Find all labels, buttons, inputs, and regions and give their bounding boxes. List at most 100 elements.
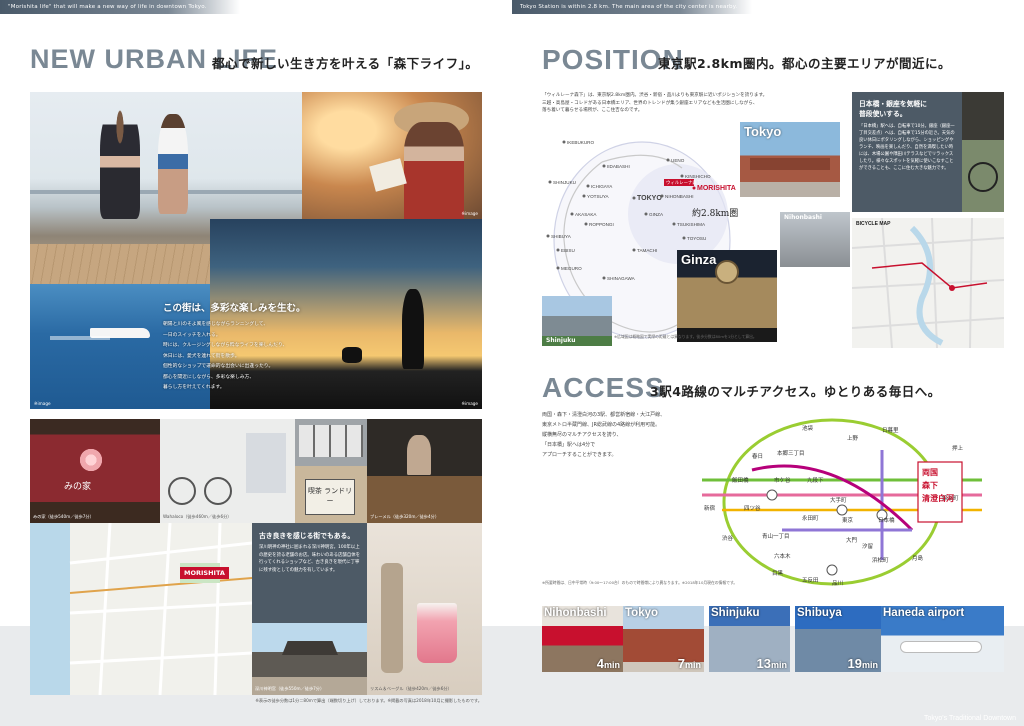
tile-time-value: 7 bbox=[677, 656, 685, 671]
tag-shinjuku: Shinjuku bbox=[546, 337, 576, 344]
image-credit: ※image bbox=[34, 401, 51, 406]
route-station-label: 日本橋 bbox=[878, 516, 895, 524]
station-dot bbox=[632, 196, 636, 200]
route-station-label: 飯田橋 bbox=[732, 476, 749, 484]
station-dot bbox=[602, 164, 606, 168]
route-station-label: 品川 bbox=[832, 580, 843, 587]
route-station-label: 池袋 bbox=[802, 424, 814, 432]
route-station-label: 大門 bbox=[846, 536, 858, 544]
image-credit: ※image bbox=[461, 401, 478, 406]
shop-caption-2: Wahaloco（徒歩460m／徒歩6分） bbox=[163, 514, 232, 519]
ginza-photo: Ginza bbox=[677, 250, 777, 342]
left-page: "Morishita life" that will make a new wa… bbox=[0, 0, 512, 726]
station-label: NIHONBASHI bbox=[665, 194, 694, 199]
station-label: AKASAKA bbox=[575, 212, 597, 217]
noren-text: みの家 bbox=[64, 482, 92, 492]
route-note: ※所要時間は、日中平常時（9:00～17:00台）のもので時間帯により異なります… bbox=[542, 580, 738, 585]
station-ryogoku: 両国 bbox=[922, 468, 938, 477]
old-town-title: 古き良きを感じる街でもある。 bbox=[259, 532, 355, 540]
tile-haneda: Haneda airport bbox=[881, 606, 1004, 672]
station-dot bbox=[556, 248, 560, 252]
tile-time: 19min bbox=[848, 656, 878, 671]
position-body-line: 落ち着いて暮らせる場所が、ここ住吉なのです。 bbox=[542, 108, 643, 113]
nihonbashi-body: 「日本橋」駅へは、自転車で10分。銀座（銀座一丁目交差点）へは、自転車で15分の… bbox=[859, 124, 955, 171]
shop-caption-1: みの家（徒歩540m／徒歩7分） bbox=[33, 514, 94, 519]
position-body: 「ウィルレーナ森下」は、東京駅2.8km圏内。渋谷・新宿・品川よりも東京駅に近い… bbox=[542, 92, 842, 115]
laundry-photo: 喫茶 ランドリー bbox=[295, 419, 367, 523]
station-label: TOYOSU bbox=[687, 236, 706, 241]
station-dot bbox=[546, 234, 550, 238]
drink-caption: リスム＆ベーグル（徒歩420m／徒歩6分） bbox=[370, 686, 452, 691]
route-station-label: 目黒 bbox=[772, 570, 784, 577]
reading-photo: ※image bbox=[302, 92, 482, 219]
hero-copy-line: 時には、クルージングしながら粋なライフを楽しんだり、 bbox=[163, 343, 288, 348]
route-station-label: 新宿 bbox=[704, 504, 716, 512]
hero-copy-line: 暮らし方を叶えてくれます。 bbox=[163, 385, 225, 390]
hero-copy-line: 休日には、愛犬を連れて街を散歩。 bbox=[163, 353, 240, 359]
tile-time-unit: min bbox=[861, 660, 878, 670]
station-dot bbox=[672, 222, 676, 226]
hero-copy-line: 朝陽と川のそよ風を感じながらランニングして、 bbox=[163, 322, 269, 327]
station-dot bbox=[632, 248, 636, 252]
station-label: GINZA bbox=[649, 212, 664, 217]
local-map: MORISHITA bbox=[30, 523, 252, 695]
nihonbashi-title-1: 日本橋・銀座を気軽に bbox=[859, 100, 927, 108]
tile-name: Shibuya bbox=[797, 607, 842, 619]
tile-name: Tokyo bbox=[625, 607, 659, 619]
shinjuku-photo: Shinjuku bbox=[542, 296, 612, 346]
route-station-label: 浜松町 bbox=[872, 556, 889, 564]
station-label: ROPPONGI bbox=[589, 222, 614, 227]
tag-nihonbashi: Nihonbashi bbox=[784, 214, 822, 221]
station-label: SHINAGAWA bbox=[607, 276, 636, 281]
station-label: ICHIGAYA bbox=[591, 184, 613, 189]
station-label: KINSHICHO bbox=[685, 174, 711, 179]
station-morishita: 森下 bbox=[922, 481, 938, 490]
station-dot bbox=[692, 186, 696, 190]
tile-time-unit: min bbox=[603, 660, 620, 670]
tile-tokyo: Tokyo 7min bbox=[623, 606, 704, 672]
route-station-label: 九段下 bbox=[807, 476, 824, 484]
bicycle-map-title: BICYCLE MAP bbox=[856, 221, 891, 227]
station-label: MEGURO bbox=[561, 266, 582, 271]
route-map-svg: 池袋上野 日暮里春日 本郷三丁目飯田橋 市ケ谷 九段下新宿 四ツ谷永田町 東京 大手町日本橋渋… bbox=[702, 418, 982, 587]
station-label: YOTSUYA bbox=[587, 194, 610, 199]
station-dot bbox=[548, 180, 552, 184]
route-station-label: 日暮里 bbox=[882, 426, 899, 434]
tile-time-value: 19 bbox=[847, 656, 862, 671]
station-dot bbox=[666, 158, 670, 162]
tile-time-unit: min bbox=[770, 660, 787, 670]
tag-ginza: Ginza bbox=[681, 252, 717, 267]
tile-time: 13min bbox=[757, 656, 787, 671]
bike-shop-photo: Wahaloco（徒歩460m／徒歩6分） bbox=[160, 419, 295, 523]
shrine-photo: 深川神明宮（徒歩550m／徒歩7分） bbox=[252, 623, 367, 695]
station-kiyosumi: 清澄白河 bbox=[922, 494, 954, 503]
tag-tokyo: Tokyo bbox=[744, 124, 782, 139]
tile-name: Nihonbashi bbox=[544, 607, 607, 619]
cafe-sign: 喫茶 ランドリー bbox=[305, 479, 355, 515]
station-label: IKEBUKURO bbox=[567, 140, 594, 145]
station-label: TOKYO bbox=[637, 195, 662, 202]
station-dot bbox=[582, 194, 586, 198]
right-page: Tokyo Station is within 2.8 km. The main… bbox=[512, 0, 1024, 726]
map-pin-label: ウィルレーナ森下 bbox=[666, 179, 702, 186]
top-strip: "Morishita life" that will make a new wa… bbox=[0, 0, 240, 14]
station-dot bbox=[584, 222, 588, 226]
hero-copy-line: 一日のスイッチを入れる。 bbox=[163, 332, 221, 338]
old-town-body: 深川明神の神社に囲まれる深川神明宮。100年以上の歴史を誇る老舗のお店。味わいの… bbox=[259, 545, 360, 573]
drink-photo: リスム＆ベーグル（徒歩420m／徒歩6分） bbox=[367, 523, 482, 695]
station-label: IIDABASHI bbox=[607, 164, 630, 169]
tile-time-unit: min bbox=[684, 660, 701, 670]
route-station-label: 五反田 bbox=[802, 576, 819, 584]
station-label: EBISU bbox=[561, 248, 575, 253]
radius-label: 約2.8km圏 bbox=[692, 207, 738, 219]
route-station-label: 押上 bbox=[952, 444, 964, 452]
station-label: TAMACHI bbox=[637, 248, 657, 253]
tile-time-value: 4 bbox=[596, 656, 604, 671]
nihonbashi-title-2: 普段使いする。 bbox=[859, 110, 907, 118]
tile-name: Haneda airport bbox=[883, 607, 965, 619]
nihonbashi-photo: Nihonbashi bbox=[780, 212, 850, 267]
tile-shibuya: Shibuya 19min bbox=[795, 606, 881, 672]
access-heading-jp: 3駅4路線のマルチアクセス。ゆとりある毎日へ。 bbox=[650, 384, 941, 399]
map-badge: MORISHITA bbox=[180, 567, 229, 579]
station-label: MORISHITA bbox=[697, 185, 736, 192]
